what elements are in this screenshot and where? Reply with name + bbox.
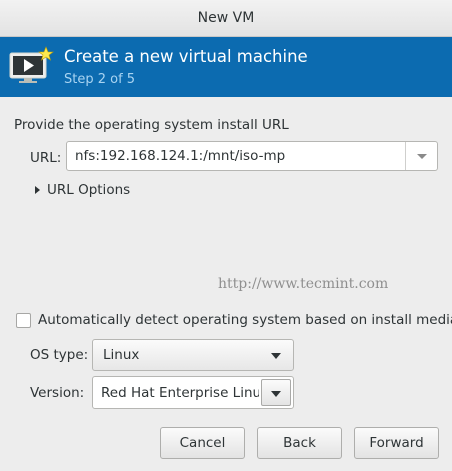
url-history-dropdown-button[interactable] [405,142,437,170]
os-type-label: OS type: [30,347,89,363]
dropdown-arrow-icon [271,391,281,397]
cancel-button[interactable]: Cancel [160,427,245,459]
url-label: URL: [30,150,62,166]
auto-detect-os-label: Automatically detect operating system ba… [38,312,452,328]
url-combo [66,141,438,171]
window-titlebar: New VM [0,0,452,37]
chevron-down-icon [417,154,427,159]
wizard-title: Create a new virtual machine [64,47,308,66]
watermark-text: http://www.tecmint.com [218,276,389,292]
window-title: New VM [197,10,255,26]
version-input[interactable] [93,377,259,408]
auto-detect-os-checkbox[interactable] [16,313,31,328]
dropdown-arrow-icon [271,353,281,359]
version-label: Version: [30,385,85,401]
install-url-section-label: Provide the operating system install URL [14,117,289,133]
url-options-label: URL Options [47,182,131,198]
wizard-header-banner: Create a new virtual machine Step 2 of 5 [0,37,452,97]
forward-button[interactable]: Forward [354,427,439,459]
url-input[interactable] [67,142,405,170]
wizard-page-content: Provide the operating system install URL… [0,97,452,471]
expander-arrow-icon [35,186,40,194]
os-type-select[interactable]: Linux [92,339,294,371]
version-dropdown-button[interactable] [261,379,291,406]
wizard-step-indicator: Step 2 of 5 [64,72,136,87]
back-button[interactable]: Back [257,427,342,459]
version-combo [92,376,294,409]
virtual-machine-icon [9,46,54,83]
os-type-value: Linux [103,347,140,363]
